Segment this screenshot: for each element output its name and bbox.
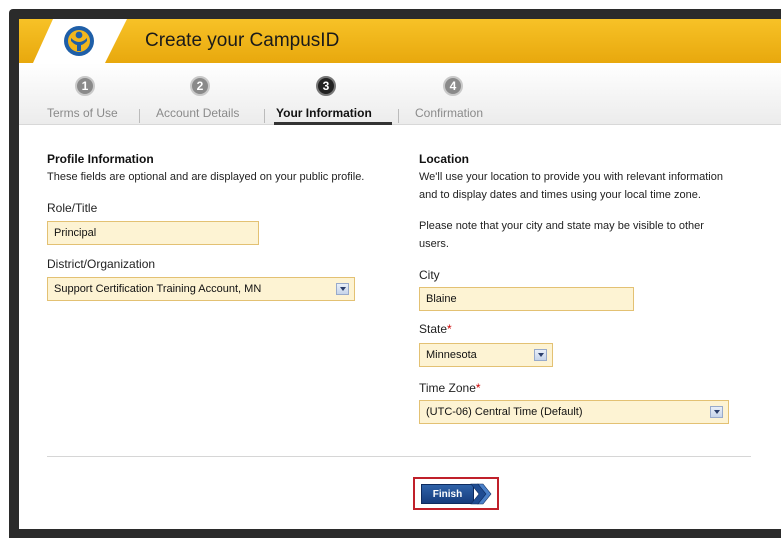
step-number-4: 4 bbox=[443, 76, 463, 96]
chevron-down-icon[interactable] bbox=[710, 406, 723, 418]
required-marker: * bbox=[475, 381, 481, 395]
location-note-line2: users. bbox=[419, 238, 449, 250]
timezone-select[interactable]: (UTC-06) Central Time (Default) bbox=[419, 400, 729, 424]
city-input[interactable]: Blaine bbox=[419, 287, 634, 311]
location-description-line1: We'll use your location to provide you w… bbox=[419, 171, 723, 183]
step-label: Account Details bbox=[156, 106, 240, 120]
active-step-indicator bbox=[274, 122, 392, 125]
timezone-label: Time Zone* bbox=[419, 381, 481, 395]
city-label: City bbox=[419, 268, 440, 282]
timezone-select-value: (UTC-06) Central Time (Default) bbox=[426, 406, 583, 418]
step-label: Confirmation bbox=[415, 106, 484, 120]
step-divider bbox=[139, 109, 140, 123]
role-label: Role/Title bbox=[47, 201, 98, 215]
state-label: State* bbox=[419, 322, 452, 336]
page-title: Create your CampusID bbox=[145, 30, 340, 51]
district-select-value: Support Certification Training Account, … bbox=[54, 283, 262, 295]
header-bar: Create your CampusID bbox=[19, 19, 781, 63]
step-label: Your Information bbox=[276, 106, 372, 120]
profile-section-title: Profile Information bbox=[47, 152, 154, 166]
step-label: Terms of Use bbox=[47, 106, 118, 120]
finish-button-label[interactable]: Finish bbox=[421, 484, 474, 504]
step-number-2: 2 bbox=[190, 76, 210, 96]
section-divider bbox=[47, 456, 751, 457]
double-chevron-right-icon bbox=[470, 483, 492, 505]
step-number-3: 3 bbox=[316, 76, 336, 96]
required-marker: * bbox=[447, 322, 452, 336]
state-select[interactable]: Minnesota bbox=[419, 343, 553, 367]
finish-button[interactable]: Finish bbox=[421, 483, 492, 505]
step-number-1: 1 bbox=[75, 76, 95, 96]
role-title-input[interactable]: Principal bbox=[47, 221, 259, 245]
campus-person-logo-icon bbox=[33, 19, 127, 63]
district-label: District/Organization bbox=[47, 257, 156, 271]
registration-panel: Create your CampusID 1 Terms of Use 2 Ac… bbox=[19, 19, 781, 529]
state-select-value: Minnesota bbox=[426, 349, 477, 361]
location-section-title: Location bbox=[419, 152, 469, 166]
timezone-label-text: Time Zone bbox=[419, 381, 476, 395]
location-note-line1: Please note that your city and state may… bbox=[419, 220, 704, 232]
step-divider bbox=[264, 109, 265, 123]
location-description-line2: and to display dates and times using you… bbox=[419, 189, 701, 201]
chevron-down-icon[interactable] bbox=[534, 349, 547, 361]
district-select[interactable]: Support Certification Training Account, … bbox=[47, 277, 355, 301]
profile-description: These fields are optional and are displa… bbox=[47, 171, 365, 183]
step-progress: 1 Terms of Use 2 Account Details 3 Your … bbox=[19, 63, 781, 125]
step-divider bbox=[398, 109, 399, 123]
state-label-text: State bbox=[419, 322, 448, 336]
chevron-down-icon[interactable] bbox=[336, 283, 349, 295]
